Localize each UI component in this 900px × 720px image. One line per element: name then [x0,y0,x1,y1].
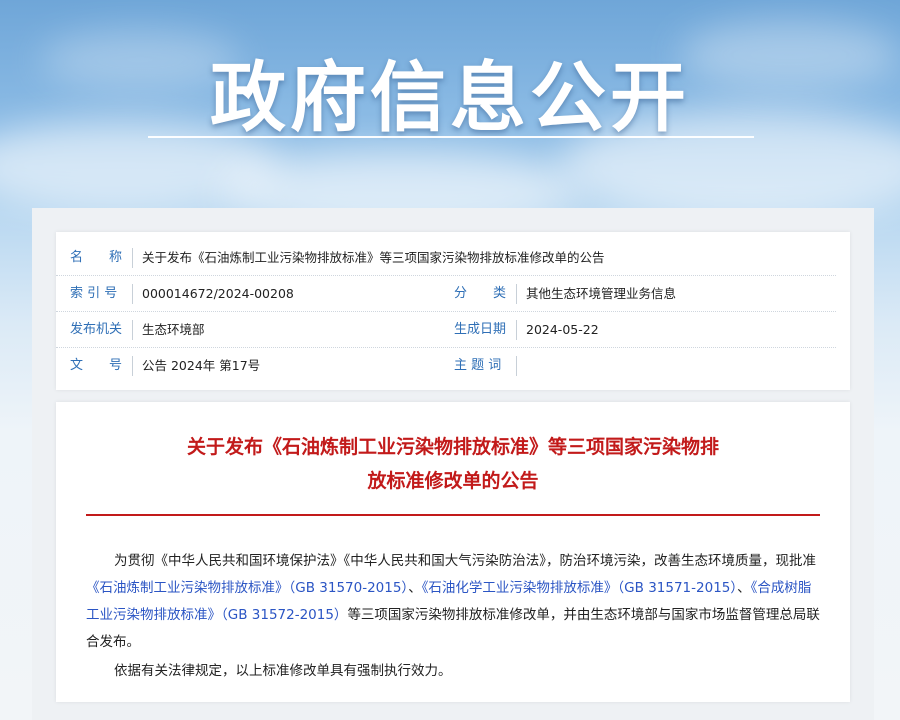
document-paragraph-2: 依据有关法律规定，以上标准修改单具有强制执行效力。 [114,663,452,679]
title-divider [86,514,820,516]
banner-underline [148,136,754,138]
meta-divider [132,320,133,340]
document-title-line2: 放标准修改单的公告 [367,470,539,492]
meta-label-name: 名 称 [70,250,123,265]
metadata-table: 名 称 关于发布《石油炼制工业污染物排放标准》等三项国家污染物排放标准修改单的公… [56,232,850,390]
meta-divider [516,284,517,304]
meta-value-docno: 公告 2024年 第17号 [142,358,261,373]
meta-row-name: 名 称 关于发布《石油炼制工业污染物排放标准》等三项国家污染物排放标准修改单的公… [56,240,850,276]
meta-divider [132,284,133,304]
meta-divider [132,356,133,376]
meta-divider [516,320,517,340]
meta-row-docno: 文 号 公告 2024年 第17号 主 题 词 [56,348,850,384]
paragraph-separator: 、 [737,580,751,596]
meta-divider [132,248,133,268]
paragraph-text: 为贯彻《中华人民共和国环境保护法》《中华人民共和国大气污染防治法》，防治环境污染… [114,553,816,569]
document-paragraph-1: 为贯彻《中华人民共和国环境保护法》《中华人民共和国大气污染防治法》，防治环境污染… [86,548,820,656]
meta-value-date: 2024-05-22 [526,322,599,337]
meta-label-index: 索 引 号 [70,286,118,301]
standard-link-petroleum-refining[interactable]: 《石油炼制工业污染物排放标准》（GB 31570-2015） [86,580,408,596]
meta-label-keyword: 主 题 词 [454,358,502,373]
banner-title: 政府信息公开 [210,53,690,142]
meta-value-name: 关于发布《石油炼制工业污染物排放标准》等三项国家污染物排放标准修改单的公告 [142,250,605,265]
meta-divider [516,356,517,376]
meta-row-index: 索 引 号 000014672/2024-00208 分 类 其他生态环境管理业… [56,276,850,312]
meta-row-org: 发布机关 生态环境部 生成日期 2024-05-22 [56,312,850,348]
meta-label-docno: 文 号 [70,358,123,373]
meta-label-category: 分 类 [454,286,507,301]
meta-label-date: 生成日期 [454,322,507,337]
meta-label-org: 发布机关 [70,322,123,337]
document-title: 关于发布《石油炼制工业污染物排放标准》等三项国家污染物排 放标准修改单的公告 [56,430,850,498]
meta-value-index: 000014672/2024-00208 [142,286,294,301]
standard-link-petrochemical[interactable]: 《石油化学工业污染物排放标准》（GB 31571-2015） [422,580,737,596]
document-body: 关于发布《石油炼制工业污染物排放标准》等三项国家污染物排 放标准修改单的公告 为… [56,402,850,702]
meta-value-org: 生态环境部 [142,322,205,337]
paragraph-separator: 、 [408,580,422,596]
meta-value-category: 其他生态环境管理业务信息 [526,286,677,301]
document-title-line1: 关于发布《石油炼制工业污染物排放标准》等三项国家污染物排 [186,436,719,458]
